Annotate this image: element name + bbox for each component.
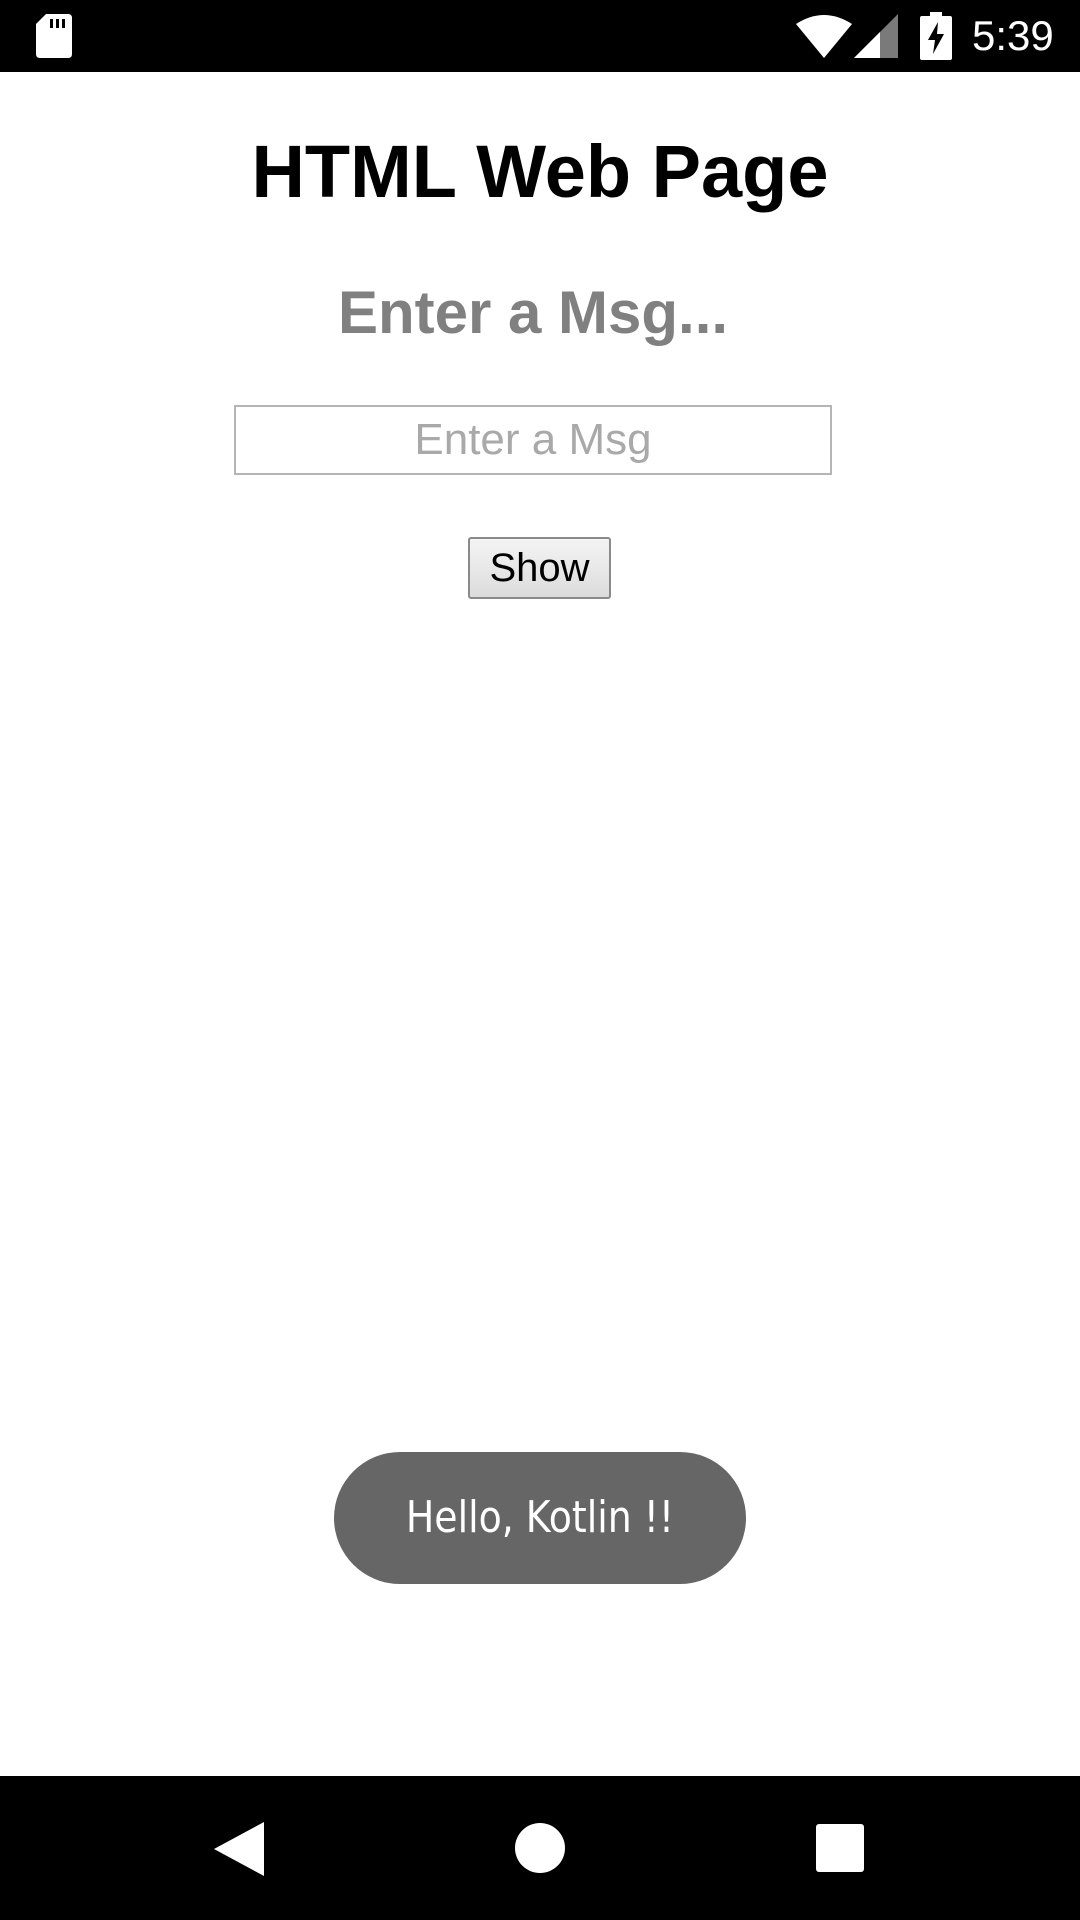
status-clock: 5:39: [972, 12, 1054, 59]
sd-card-icon: [36, 14, 72, 58]
recents-icon[interactable]: [816, 1824, 864, 1872]
back-icon[interactable]: [214, 1822, 264, 1876]
status-bar: 5:39: [0, 0, 1080, 72]
message-heading: Enter a Msg...: [337, 279, 729, 346]
wifi-icon: [796, 15, 852, 58]
show-button[interactable]: Show: [468, 537, 611, 599]
page-title: HTML Web Page: [251, 130, 829, 213]
message-input[interactable]: [234, 405, 832, 475]
toast-text: Hello, Kotlin !!: [405, 1492, 675, 1543]
cell-signal-icon: [854, 14, 898, 58]
battery-charging-icon: [920, 12, 952, 60]
home-icon[interactable]: [514, 1822, 566, 1874]
navigation-bar: [0, 1776, 1080, 1920]
toast-message: Hello, Kotlin !!: [334, 1452, 746, 1584]
